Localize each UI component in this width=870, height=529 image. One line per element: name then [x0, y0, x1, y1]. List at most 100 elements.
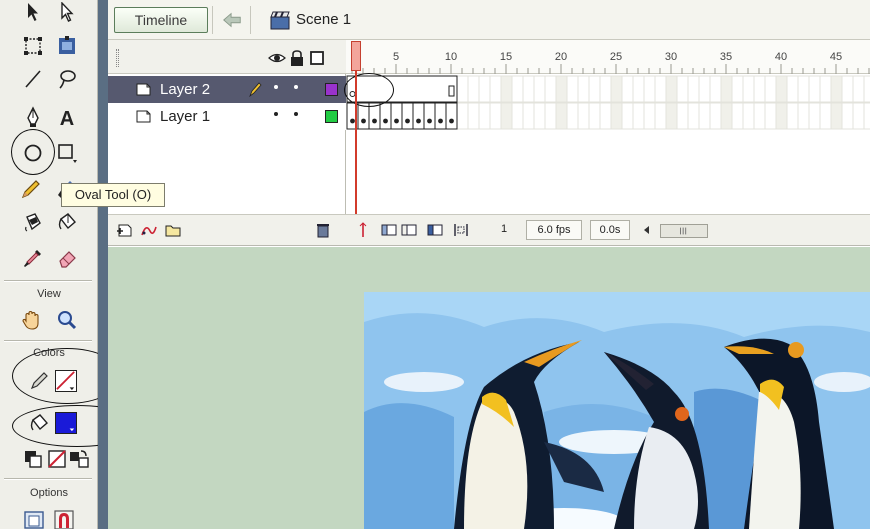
- frame-cell: [742, 75, 755, 103]
- frame-number: 20: [554, 51, 568, 63]
- frame-cell: [588, 75, 601, 103]
- onion-skin-outlines-icon[interactable]: [400, 221, 418, 239]
- frame-cell: [577, 102, 590, 130]
- layer-outline-color[interactable]: [325, 83, 338, 96]
- timeline-statusbar: 1 6.0 fps 0.0s: [108, 214, 870, 246]
- options-section-label: Options: [30, 487, 68, 499]
- frame-cell: [511, 102, 524, 130]
- layer-row-layer-1[interactable]: Layer 1: [108, 103, 346, 130]
- frame-cell: [544, 75, 557, 103]
- frame-cell: [456, 75, 469, 103]
- frame-cell: [467, 102, 480, 130]
- layer-name[interactable]: Layer 2: [160, 81, 210, 98]
- end-frame-marker: [448, 85, 455, 97]
- line-tool-icon[interactable]: [20, 66, 46, 92]
- magnet-icon[interactable]: [52, 508, 76, 529]
- pen-tool-icon[interactable]: [20, 104, 46, 130]
- text-tool-icon[interactable]: A: [54, 104, 80, 130]
- frame-cell: [830, 75, 843, 103]
- eyedropper-tool-icon[interactable]: [20, 245, 46, 271]
- arrow-tool-icon[interactable]: [20, 0, 46, 26]
- frame-cell: [489, 75, 502, 103]
- zoom-tool-icon[interactable]: [54, 307, 80, 333]
- frame-cell: [720, 102, 733, 130]
- frame-cell: [808, 102, 821, 130]
- edit-bar: Timeline Scene 1: [108, 0, 870, 40]
- lock-dot[interactable]: [294, 112, 298, 116]
- frame-cell: [687, 102, 700, 130]
- clapperboard-icon: [269, 9, 291, 31]
- layer-header: [108, 40, 346, 74]
- frame-cell: [753, 75, 766, 103]
- ink-bottle-tool-icon[interactable]: [20, 209, 46, 235]
- keyframe-dot: [372, 118, 377, 124]
- keyframe-dot: [427, 118, 432, 124]
- panel-grip[interactable]: [116, 49, 119, 67]
- center-frame-icon[interactable]: [354, 221, 372, 239]
- layer-icon: [136, 81, 154, 97]
- frame-cell: [555, 102, 568, 130]
- pencil-tool-icon[interactable]: [18, 176, 44, 202]
- scroll-left-icon[interactable]: [638, 221, 656, 239]
- frame-cell: [852, 102, 865, 130]
- layer-name[interactable]: Layer 1: [160, 108, 210, 125]
- keyframe-dot: [449, 118, 454, 124]
- frame-ruler[interactable]: 5 10 15 20 25 30 35 40 45: [346, 40, 870, 74]
- frame-cell: [665, 102, 678, 130]
- penguin-photo[interactable]: [364, 292, 870, 529]
- panel-divider[interactable]: [98, 0, 108, 529]
- frame-cell: [522, 102, 535, 130]
- hand-tool-icon[interactable]: [18, 307, 44, 333]
- paint-bucket-tool-icon[interactable]: [54, 209, 80, 235]
- fill-transform-tool-icon[interactable]: [54, 33, 80, 59]
- swap-colors-icon[interactable]: [68, 448, 90, 470]
- timeline-toggle-button[interactable]: Timeline: [114, 7, 208, 33]
- black-and-white-icon[interactable]: [22, 448, 44, 470]
- tools-separator: [4, 280, 92, 282]
- frame-number: 30: [664, 51, 678, 63]
- timeline-panel: 5 10 15 20 25 30 35 40 45 Layer 2 Layer …: [108, 40, 870, 246]
- frames-area[interactable]: [344, 73, 870, 214]
- lock-dot[interactable]: [294, 85, 298, 89]
- frame-cell: [599, 75, 612, 103]
- insert-folder-icon[interactable]: [164, 221, 182, 239]
- frame-cell: [478, 102, 491, 130]
- frame-cell: [489, 102, 502, 130]
- visibility-dot[interactable]: [274, 112, 278, 116]
- lock-icon[interactable]: [288, 49, 306, 67]
- scene-label[interactable]: Scene 1: [296, 11, 351, 28]
- frame-cell: [643, 75, 656, 103]
- frame-cell: [819, 75, 832, 103]
- oval-tool-highlight: [11, 129, 55, 175]
- back-arrow-icon[interactable]: [220, 8, 244, 32]
- edit-multiple-frames-icon[interactable]: [426, 221, 444, 239]
- playhead-handle[interactable]: [351, 41, 361, 71]
- frame-cell: [709, 102, 722, 130]
- insert-layer-icon[interactable]: [116, 221, 134, 239]
- layer-outline-color[interactable]: [325, 110, 338, 123]
- trash-icon[interactable]: [314, 221, 332, 239]
- onion-skin-icon[interactable]: [380, 221, 398, 239]
- frame-cell: [478, 75, 491, 103]
- no-color-icon[interactable]: [46, 448, 68, 470]
- frame-cell: [654, 75, 667, 103]
- frame-rate: 6.0 fps: [526, 220, 582, 240]
- eye-icon[interactable]: [268, 49, 286, 67]
- frame-cell: [797, 75, 810, 103]
- subselect-tool-icon[interactable]: [54, 0, 80, 26]
- frame-cell: [665, 75, 678, 103]
- frame-cell: [742, 102, 755, 130]
- free-transform-tool-icon[interactable]: [20, 33, 46, 59]
- rectangle-tool-icon[interactable]: [54, 140, 80, 166]
- visibility-dot[interactable]: [274, 85, 278, 89]
- timeline-scrollbar-thumb[interactable]: [660, 224, 708, 238]
- eraser-tool-icon[interactable]: [54, 245, 80, 271]
- modify-onion-markers-icon[interactable]: [452, 221, 470, 239]
- layer-row-layer-2[interactable]: Layer 2: [108, 76, 346, 103]
- outline-icon[interactable]: [308, 49, 326, 67]
- frame-cell: [687, 75, 700, 103]
- snap-to-objects-icon[interactable]: [22, 508, 46, 529]
- lasso-tool-icon[interactable]: [54, 66, 80, 92]
- insert-motion-guide-icon[interactable]: [140, 221, 158, 239]
- frame-cell: [797, 102, 810, 130]
